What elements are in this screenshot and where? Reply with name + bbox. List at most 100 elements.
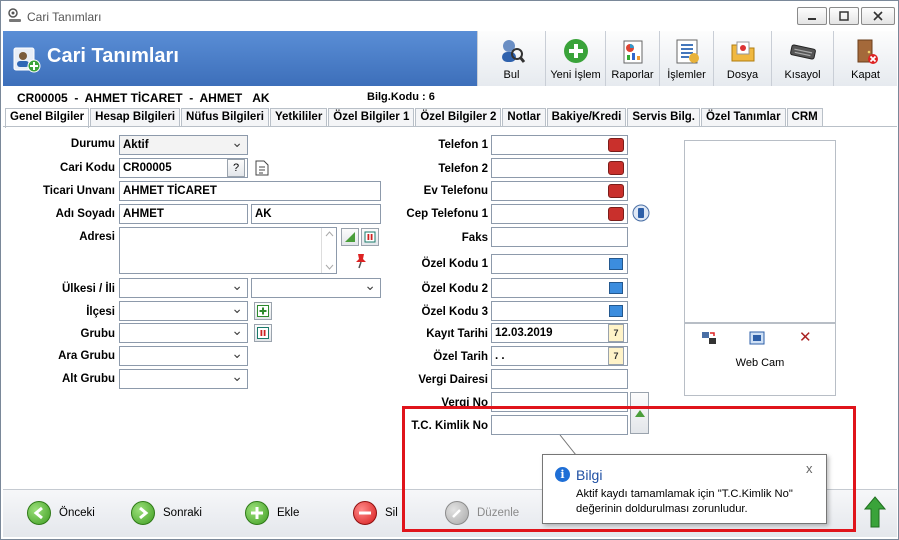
card-lookup-icon[interactable] (607, 302, 625, 320)
ilce-select[interactable] (119, 301, 248, 321)
arrow-left-icon (27, 501, 51, 525)
record-surname: AK (252, 91, 270, 105)
record-summary: CR00005 - AHMET TİCARET - AHMET AK (17, 91, 270, 105)
document-icon[interactable] (253, 159, 271, 177)
phone-icon[interactable] (607, 159, 625, 177)
cari-kodu-lookup-button[interactable]: ? (227, 159, 245, 177)
minus-circle-icon (353, 501, 377, 525)
toolbar-islemler-button[interactable]: İşlemler (659, 31, 713, 86)
durumu-select[interactable]: Aktif (119, 135, 248, 155)
sms-phone-icon[interactable] (632, 204, 650, 222)
ozel-kodu3-label: Özel Kodu 3 (421, 306, 488, 318)
toolbar-raporlar-button[interactable]: Raporlar (605, 31, 659, 86)
phone-icon[interactable] (607, 205, 625, 223)
vergi-dairesi-input[interactable] (491, 369, 628, 389)
ara-grubu-select[interactable] (119, 346, 248, 366)
record-separator-2: - (189, 91, 194, 105)
soyadi-input[interactable]: AK (251, 204, 381, 224)
faks-input[interactable] (491, 227, 628, 247)
faks-label: Faks (461, 232, 488, 244)
record-separator: - (74, 91, 79, 105)
sil-button[interactable]: Sil (353, 500, 398, 526)
tab-ozel-tanimlar[interactable]: Özel Tanımlar (700, 108, 786, 127)
calendar-icon[interactable]: 7 (608, 324, 624, 342)
tab-servis-bilg[interactable]: Servis Bilg. (627, 108, 700, 127)
ozel-tarih-label: Özel Tarih (433, 351, 488, 363)
calendar-icon[interactable]: 7 (608, 347, 624, 365)
sil-label: Sil (385, 507, 398, 519)
swap-icon[interactable] (700, 330, 718, 346)
record-code: CR00005 (17, 91, 68, 105)
ara-grubu-label: Ara Grubu (58, 350, 115, 362)
alt-grubu-select[interactable] (119, 369, 248, 389)
close-window-button[interactable] (861, 7, 895, 25)
tab-genel-bilgiler[interactable]: Genel Bilgiler (5, 108, 90, 128)
cari-tanimlari-window: Cari Tanımları Cari Tanımları Bul Yeni İ… (0, 0, 899, 540)
kayit-tarihi-label: Kayıt Tarihi (426, 328, 488, 340)
alt-grubu-label: Alt Grubu (61, 373, 115, 385)
durumu-label: Durumu (70, 138, 115, 150)
tooltip-title: Bilgi (576, 467, 603, 483)
toolbar-yeni-islem-button[interactable]: Yeni İşlem (545, 31, 605, 86)
address-expand-button[interactable] (341, 228, 359, 246)
adi-input[interactable]: AHMET (119, 204, 248, 224)
scroll-arrows-icon (325, 231, 334, 270)
scroll-up-arrow-icon[interactable] (863, 495, 887, 529)
title-bar: Cari Tanımları (1, 1, 898, 31)
card-lookup-icon[interactable] (607, 279, 625, 297)
telefon1-label: Telefon 1 (438, 139, 488, 151)
adresi-textarea[interactable] (119, 227, 337, 274)
header-band: Cari Tanımları Bul Yeni İşlem Raporlar İ… (3, 31, 897, 86)
report-icon (619, 37, 647, 65)
address-pause-button[interactable] (361, 228, 379, 246)
toolbar-yeni-islem-label: Yeni İşlem (550, 69, 601, 81)
webcam-capture-icon[interactable] (749, 331, 765, 345)
toolbar-bul-button[interactable]: Bul (477, 31, 545, 86)
toolbar-kisayol-button[interactable]: Kısayol (771, 31, 833, 86)
keyboard-icon (789, 37, 817, 65)
phone-icon[interactable] (607, 136, 625, 154)
customer-card-icon (13, 47, 41, 73)
grubu-select[interactable] (119, 323, 248, 343)
minimize-button[interactable] (797, 7, 827, 25)
add-circle-icon (562, 37, 590, 65)
il-select[interactable] (251, 278, 381, 298)
window-title: Cari Tanımları (27, 10, 102, 24)
ulke-select[interactable] (119, 278, 248, 298)
grubu-pause-button[interactable] (254, 324, 272, 342)
close-icon (873, 11, 883, 21)
maximize-button[interactable] (829, 7, 859, 25)
ekle-button[interactable]: Ekle (245, 500, 299, 526)
tooltip-message: Aktif kaydı tamamlamak için "T.C.Kimlik … (576, 488, 793, 515)
toolbar-kapat-button[interactable]: Kapat (833, 31, 897, 86)
pin-icon[interactable] (352, 252, 370, 270)
tab-ozel-bilgiler-1[interactable]: Özel Bilgiler 1 (328, 108, 415, 127)
sonraki-button[interactable]: Sonraki (131, 500, 202, 526)
tooltip-close-button[interactable]: x (806, 461, 813, 476)
tab-notlar[interactable]: Notlar (502, 108, 546, 127)
app-icon (8, 8, 21, 22)
phone-icon[interactable] (607, 182, 625, 200)
ticari-unvani-label: Ticari Unvanı (42, 185, 115, 197)
tab-yetkililer[interactable]: Yetkililer (269, 108, 328, 127)
tab-nufus-bilgileri[interactable]: Nüfus Bilgileri (181, 108, 269, 127)
onceki-button[interactable]: Önceki (27, 500, 95, 526)
delete-photo-icon[interactable]: ✕ (799, 328, 812, 346)
card-lookup-icon[interactable] (607, 255, 625, 273)
ticari-unvani-input[interactable]: AHMET TİCARET (119, 181, 381, 201)
main-toolbar: Bul Yeni İşlem Raporlar İşlemler Dosya K… (477, 31, 897, 86)
photo-frame[interactable] (684, 140, 836, 323)
tab-crm[interactable]: CRM (786, 108, 823, 127)
grubu-label: Grubu (80, 328, 116, 340)
toolbar-dosya-button[interactable]: Dosya (713, 31, 771, 86)
tab-hesap-bilgileri[interactable]: Hesap Bilgileri (90, 108, 181, 127)
adresi-scrollbar[interactable] (321, 228, 336, 273)
vergi-dairesi-label: Vergi Dairesi (418, 374, 488, 386)
exit-door-icon (852, 37, 880, 65)
toolbar-dosya-label: Dosya (726, 69, 759, 81)
tab-ozel-bilgiler-2[interactable]: Özel Bilgiler 2 (415, 108, 502, 127)
ilce-add-button[interactable] (254, 302, 272, 320)
ozel-kodu1-label: Özel Kodu 1 (421, 258, 488, 270)
toolbar-bul-label: Bul (503, 69, 520, 81)
tab-bakiye-kredi[interactable]: Bakiye/Kredi (546, 108, 627, 127)
